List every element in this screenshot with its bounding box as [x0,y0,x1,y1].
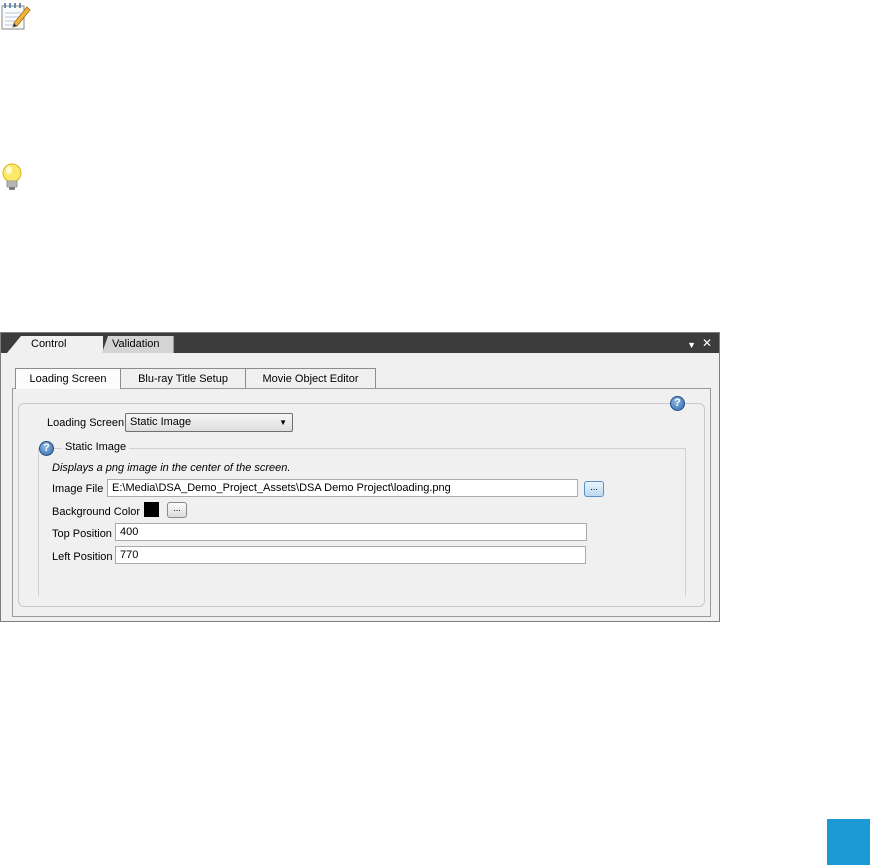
left-position-field[interactable]: 770 [115,546,586,564]
loading-screen-label: Loading Screen [47,417,125,429]
loading-screen-select[interactable]: Static Image ▼ [125,413,293,432]
tab-bluray-title-setup[interactable]: Blu-ray Title Setup [120,368,246,388]
background-color-label: Background Color [52,506,141,518]
dropdown-arrow-icon[interactable]: ▼ [687,338,696,352]
panel-header: Control Panel Validation ▼ ✕ [1,333,719,353]
background-color-swatch [144,502,159,517]
tab-loading-screen[interactable]: Loading Screen [15,368,121,389]
top-position-field[interactable]: 400 [115,523,587,541]
lightbulb-icon [2,163,22,190]
top-position-label: Top Position [52,528,112,540]
tab-validation[interactable]: Validation [102,336,174,353]
tab-control-panel[interactable]: Control Panel [7,336,103,353]
image-file-label: Image File [52,483,104,495]
left-position-label: Left Position [52,551,113,563]
close-icon[interactable]: ✕ [702,336,712,350]
image-file-browse-button[interactable]: ... [584,481,604,497]
notepad-pencil-icon [1,3,31,30]
group-description: Displays a png image in the center of th… [52,462,291,474]
image-file-field[interactable]: E:\Media\DSA_Demo_Project_Assets\DSA Dem… [107,479,578,497]
background-color-button[interactable]: ... [167,502,187,518]
group-title: Static Image [62,441,130,453]
chevron-down-icon: ▼ [279,418,287,427]
tab-movie-object-editor[interactable]: Movie Object Editor [245,368,376,388]
loading-screen-selected-value: Static Image [130,416,192,428]
help-icon[interactable]: ? [670,396,685,411]
page-marker [827,819,870,865]
help-icon[interactable]: ? [39,441,54,456]
